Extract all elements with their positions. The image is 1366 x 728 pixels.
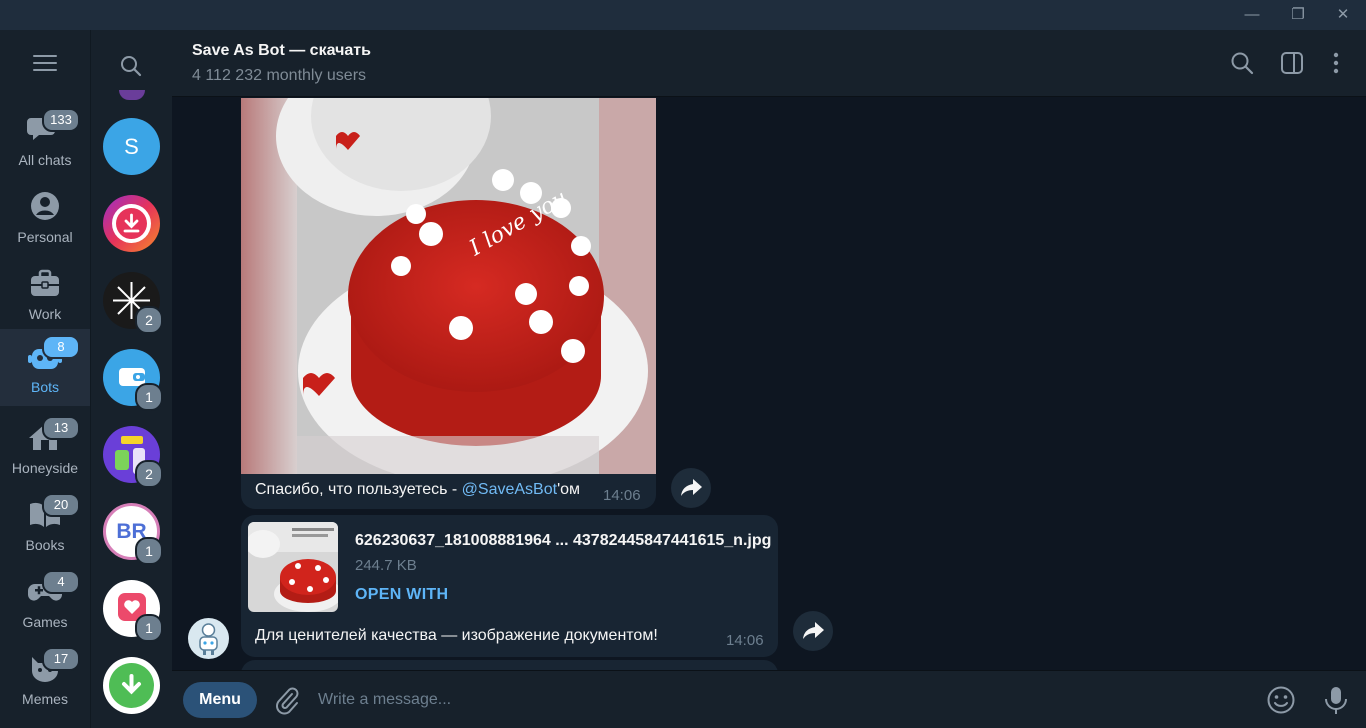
message-time: 14:06 [726, 632, 764, 649]
folder-games[interactable]: 4 Games [0, 564, 90, 641]
chat-avatar-arrow[interactable] [103, 657, 160, 714]
document-thumbnail[interactable] [248, 522, 338, 612]
folder-badge: 133 [42, 108, 80, 132]
unread-badge: 1 [135, 614, 163, 642]
attach-icon[interactable] [272, 685, 300, 715]
open-with-button[interactable]: OPEN WITH [355, 586, 448, 604]
unread-badge: 1 [135, 383, 163, 411]
folder-label: Honeyside [11, 460, 79, 476]
unread-badge: 2 [135, 460, 163, 488]
folder-badge: 8 [42, 335, 80, 359]
chat-avatar-s[interactable]: S [103, 118, 160, 175]
microphone-icon[interactable] [1322, 684, 1350, 716]
hamburger-menu-icon[interactable] [33, 55, 57, 73]
chat-title: Save As Bot — скачать [192, 42, 371, 59]
folder-badge: 13 [42, 416, 80, 440]
folder-label: Books [25, 537, 65, 553]
folder-personal[interactable]: Personal [0, 179, 90, 256]
photo-message[interactable]: I love you Спасибо, что пользуетесь - @S… [241, 98, 656, 509]
folder-all-chats[interactable]: 133 All chats [0, 102, 90, 179]
folder-bots[interactable]: 8 Bots [0, 329, 90, 406]
folder-label: Games [22, 614, 68, 630]
message-area[interactable]: I love you Спасибо, что пользуетесь - @S… [172, 98, 1366, 670]
chat-list: S 2 1 2 BR 1 1 [90, 30, 172, 728]
savesbot-link[interactable]: @SaveAsBot [462, 481, 557, 498]
message-input[interactable] [318, 685, 1218, 715]
sidebar-toggle-icon[interactable] [1279, 50, 1305, 76]
forward-arrow-icon [681, 479, 702, 496]
partial-avatar [119, 90, 145, 100]
heart-icon [124, 600, 140, 614]
forward-button[interactable] [793, 611, 833, 651]
folder-label: Personal [17, 229, 73, 245]
robot-icon [199, 623, 218, 655]
folder-books[interactable]: 20 Books [0, 487, 90, 564]
folder-badge: 17 [42, 647, 80, 671]
folder-label: Work [28, 306, 62, 322]
document-filename[interactable]: 626230637_181008881964 ... 4378244584744… [355, 532, 771, 550]
folder-badge: 20 [42, 493, 80, 517]
folder-honeyside[interactable]: 13 Honeyside [0, 410, 90, 487]
photo-caption: Спасибо, что пользуетесь - @SaveAsBot'ом [255, 481, 581, 498]
more-options-icon[interactable] [1323, 50, 1349, 76]
briefcase-icon [31, 269, 59, 296]
document-message[interactable]: 626230637_181008881964 ... 4378244584744… [241, 515, 778, 657]
search-icon[interactable] [1229, 50, 1255, 76]
document-size: 244.7 KB [355, 557, 417, 574]
folder-sidebar: 133 All chats Personal Work 8 Bots 13 Ho… [0, 30, 90, 728]
search-icon[interactable] [119, 54, 143, 78]
window-titlebar: — ❐ ✕ [0, 0, 1366, 30]
unread-badge: 2 [135, 306, 163, 334]
cake-thumbnail [248, 522, 338, 612]
chat-header[interactable]: Save As Bot — скачать 4 112 232 monthly … [172, 30, 1366, 97]
folder-label: Memes [22, 691, 68, 707]
minimize-button[interactable]: — [1229, 0, 1275, 30]
download-icon [123, 213, 140, 233]
forward-button[interactable] [671, 468, 711, 508]
bot-menu-button[interactable]: Menu [183, 682, 257, 718]
folder-memes[interactable]: 17 Memes [0, 641, 90, 718]
close-window-button[interactable]: ✕ [1320, 0, 1366, 30]
avatar-initial: S [124, 134, 139, 159]
unread-badge: 1 [135, 537, 163, 565]
person-icon [31, 192, 59, 220]
down-arrow-icon [122, 674, 141, 695]
folder-label: Bots [30, 379, 59, 395]
message-composer: Menu [172, 670, 1366, 728]
chat-subtitle: 4 112 232 monthly users [192, 67, 367, 84]
next-message-partial [241, 660, 778, 670]
forward-arrow-icon [803, 622, 824, 639]
folder-badge: 4 [42, 570, 80, 594]
emoji-icon[interactable] [1266, 685, 1296, 715]
folder-label: All chats [18, 152, 72, 168]
document-caption: Для ценителей качества — изображение док… [255, 627, 658, 644]
message-time: 14:06 [603, 487, 641, 504]
bot-avatar[interactable] [188, 618, 229, 659]
cake-photo[interactable]: I love you [241, 98, 656, 486]
chat-avatar-downloader[interactable] [103, 195, 160, 252]
restore-button[interactable]: ❐ [1275, 0, 1321, 30]
folder-work[interactable]: Work [0, 256, 90, 333]
